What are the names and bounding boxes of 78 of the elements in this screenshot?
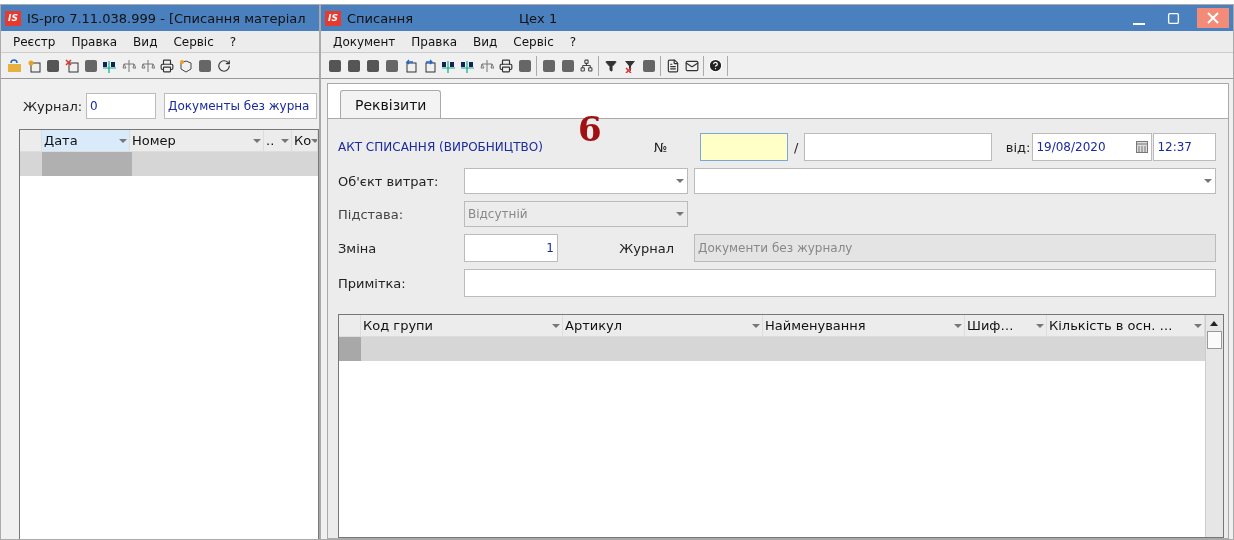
new-document-icon[interactable] xyxy=(26,58,41,73)
menu-item[interactable]: Сервіс xyxy=(509,34,566,49)
annotation-number: 6 xyxy=(578,109,602,149)
printer-icon[interactable] xyxy=(159,58,174,73)
redo-icon[interactable] xyxy=(422,58,437,73)
document-icon[interactable] xyxy=(560,58,575,73)
journal-field: Документи без журналу xyxy=(694,234,1216,262)
filter-icon[interactable] xyxy=(603,58,618,73)
document-type: АКТ СПИСАННЯ (ВИРОБНИЦТВО) xyxy=(338,140,543,154)
help-icon[interactable] xyxy=(708,58,723,73)
document-icon[interactable] xyxy=(327,58,342,73)
field-label: Журнал xyxy=(619,240,675,256)
column-header[interactable]: Код групи xyxy=(361,315,563,336)
field-label: Об'єкт витрат: xyxy=(338,173,439,189)
field-label: Примітка: xyxy=(338,275,406,291)
menu-item[interactable]: Правка xyxy=(407,34,469,49)
undo-icon[interactable] xyxy=(403,58,418,73)
scrollbar-thumb[interactable] xyxy=(1207,331,1222,349)
date-field[interactable]: 19/08/2020 xyxy=(1032,133,1153,161)
menu-item[interactable]: Сервіс xyxy=(169,34,226,49)
field-label: Підстава: xyxy=(338,206,404,222)
menu-item[interactable]: ? xyxy=(565,34,589,49)
column-header[interactable]: Шиф… xyxy=(965,315,1047,336)
field-label: Зміна xyxy=(338,240,377,256)
note-field[interactable] xyxy=(464,269,1216,297)
journal-name-field[interactable]: Документы без журна xyxy=(164,93,317,119)
number-suffix-field[interactable] xyxy=(804,133,993,161)
scrollbar[interactable] xyxy=(1205,315,1223,537)
journal-label: Журнал: xyxy=(23,98,83,114)
app-logo: IS xyxy=(325,10,341,26)
number-field[interactable] xyxy=(700,133,788,161)
calendar-icon[interactable] xyxy=(1136,141,1149,153)
menu-item[interactable]: Вид xyxy=(129,34,170,49)
document-icon[interactable] xyxy=(541,58,556,73)
window-title: IS-pro 7.11.038.999 - [Списання матеріал xyxy=(27,10,306,26)
folder-icon[interactable] xyxy=(7,58,22,73)
menu-item[interactable]: Документ xyxy=(329,34,408,49)
minimize-icon xyxy=(1132,23,1146,25)
page-icon[interactable] xyxy=(665,58,680,73)
window-title: Списання xyxy=(347,10,413,26)
app-logo: IS xyxy=(5,10,21,26)
separator-text: / xyxy=(794,139,799,155)
column-header[interactable]: Номер xyxy=(130,130,264,151)
shift-field[interactable]: 1 xyxy=(464,234,558,262)
window-subtitle: Цех 1 xyxy=(518,10,558,26)
ledger-icon[interactable] xyxy=(460,58,475,73)
document-icon[interactable] xyxy=(346,58,361,73)
document-icon[interactable] xyxy=(45,58,60,73)
document-icon[interactable] xyxy=(384,58,399,73)
menu-item[interactable]: Правка xyxy=(67,34,130,49)
tab[interactable]: Реквізити xyxy=(340,90,442,119)
number-label: № xyxy=(654,139,668,155)
document-icon[interactable] xyxy=(197,58,212,73)
printer-icon[interactable] xyxy=(498,58,513,73)
column-header[interactable]: Дата xyxy=(42,130,130,151)
maximize-icon xyxy=(1166,11,1180,25)
close-icon xyxy=(1207,12,1219,24)
hierarchy-icon[interactable] xyxy=(579,58,594,73)
mail-icon[interactable] xyxy=(684,58,699,73)
ledger-icon[interactable] xyxy=(102,58,117,73)
filter-clear-icon[interactable] xyxy=(622,58,637,73)
time-field[interactable]: 12:37 xyxy=(1153,133,1216,161)
menu-item[interactable]: ? xyxy=(225,34,249,49)
menu-item[interactable]: Вид xyxy=(469,34,510,49)
delete-document-icon[interactable] xyxy=(64,58,79,73)
ledger-icon[interactable] xyxy=(441,58,456,73)
menu-item[interactable]: Реєстр xyxy=(9,34,68,49)
refresh-icon[interactable] xyxy=(216,58,231,73)
column-header[interactable]: Артикул xyxy=(563,315,763,336)
document-icon[interactable] xyxy=(365,58,380,73)
box-icon[interactable] xyxy=(178,58,193,73)
column-header[interactable]: Найменування xyxy=(763,315,965,336)
document-icon[interactable] xyxy=(517,58,532,73)
document-icon[interactable] xyxy=(83,58,98,73)
date-label: від: xyxy=(1005,139,1031,155)
document-icon[interactable] xyxy=(641,58,656,73)
journal-number-field[interactable]: 0 xyxy=(86,93,157,119)
column-header[interactable]: .. xyxy=(264,130,292,151)
